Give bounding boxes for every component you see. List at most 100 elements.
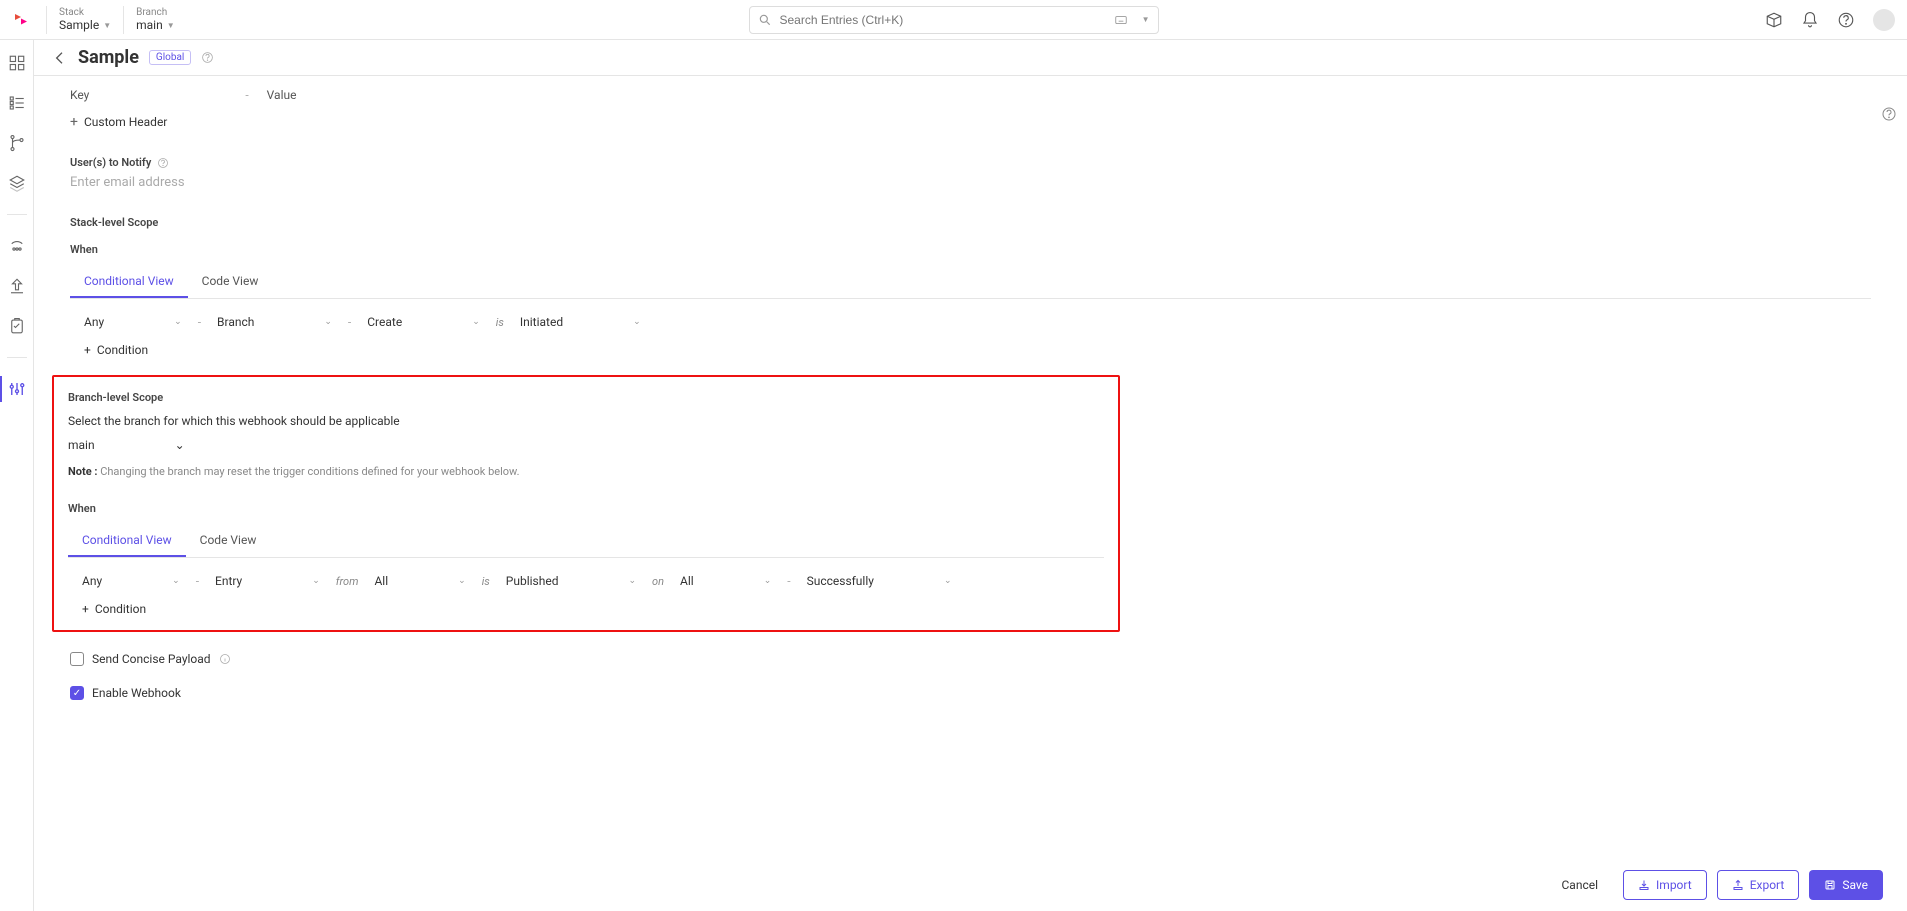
- left-rail: [0, 40, 34, 911]
- export-button[interactable]: Export: [1717, 870, 1800, 900]
- on-dropdown[interactable]: All⌄: [680, 574, 771, 588]
- save-button[interactable]: Save: [1809, 870, 1883, 900]
- users-to-notify-label: User(s) to Notify: [70, 156, 151, 169]
- import-button[interactable]: Import: [1623, 870, 1707, 900]
- chevron-down-icon: ⌄: [764, 576, 772, 586]
- help-icon[interactable]: [157, 157, 169, 169]
- custom-header-row: Key - Value: [70, 88, 1871, 102]
- page-header: Sample Global: [34, 40, 1907, 76]
- publish-icon[interactable]: [8, 277, 26, 295]
- tasks-icon[interactable]: [8, 317, 26, 335]
- any-dropdown[interactable]: Any⌄: [84, 315, 182, 329]
- from-dropdown[interactable]: All⌄: [374, 574, 465, 588]
- enable-webhook-checkbox[interactable]: ✓: [70, 686, 84, 700]
- branch-dropdown[interactable]: main ⌄: [68, 438, 185, 452]
- cancel-button[interactable]: Cancel: [1547, 870, 1614, 900]
- info-icon[interactable]: [219, 653, 231, 665]
- plus-icon: +: [82, 602, 89, 616]
- settings-icon[interactable]: [8, 380, 26, 398]
- plus-icon: +: [70, 114, 78, 130]
- any-dropdown[interactable]: Any⌄: [82, 574, 180, 588]
- page-title: Sample: [78, 47, 139, 68]
- help-icon[interactable]: [1837, 11, 1855, 29]
- save-icon: [1824, 879, 1836, 891]
- network-icon[interactable]: [8, 237, 26, 255]
- stack-condition-row: Any⌄ - Branch⌄ - Create⌄ is Initiated⌄: [70, 315, 1871, 329]
- floating-help-icon[interactable]: [1881, 106, 1897, 122]
- content-area: Key - Value + Custom Header User(s) to N…: [34, 76, 1907, 911]
- export-icon: [1732, 879, 1744, 891]
- avatar[interactable]: [1873, 9, 1895, 31]
- branch-value: main: [136, 18, 163, 32]
- value-label: Value: [267, 88, 297, 102]
- stack-selector[interactable]: Stack Sample▼: [46, 6, 123, 34]
- branch-condition-row: Any⌄ - Entry⌄ from All⌄ is Published⌄ on…: [68, 574, 1104, 588]
- email-input-placeholder[interactable]: Enter email address: [70, 175, 1871, 190]
- subject-dropdown[interactable]: Entry⌄: [215, 574, 320, 588]
- topbar: Stack Sample▼ Branch main ▼ ▼: [0, 0, 1907, 40]
- brand-logo[interactable]: [12, 11, 30, 29]
- chevron-down-icon: ⌄: [312, 576, 320, 586]
- list-icon[interactable]: [8, 94, 26, 112]
- is-label: is: [482, 575, 490, 588]
- key-label: Key: [70, 88, 89, 102]
- branch-scope-title: Branch-level Scope: [68, 391, 1104, 404]
- enable-webhook-label: Enable Webhook: [92, 686, 181, 700]
- plus-icon: +: [84, 343, 91, 357]
- status-dropdown[interactable]: Published⌄: [506, 574, 636, 588]
- enable-webhook-row: ✓ Enable Webhook: [70, 686, 1871, 700]
- bell-icon[interactable]: [1801, 11, 1819, 29]
- tab-conditional-view[interactable]: Conditional View: [70, 266, 188, 298]
- chevron-down-icon: ⌄: [629, 576, 637, 586]
- back-arrow-icon[interactable]: [52, 50, 68, 66]
- status-dropdown[interactable]: Initiated⌄: [520, 315, 641, 329]
- concise-payload-label: Send Concise Payload: [92, 652, 211, 666]
- branch-scope-highlight: Branch-level Scope Select the branch for…: [52, 375, 1120, 632]
- search-input[interactable]: [780, 13, 1106, 27]
- result-dropdown[interactable]: Successfully⌄: [807, 574, 952, 588]
- stack-scope-title: Stack-level Scope: [70, 216, 1871, 229]
- action-dropdown[interactable]: Create⌄: [367, 315, 480, 329]
- chevron-down-icon: ⌄: [458, 576, 466, 586]
- note-prefix: Note :: [68, 465, 97, 478]
- concise-payload-row: Send Concise Payload: [70, 652, 1871, 666]
- branch-scope-tabs: Conditional View Code View: [68, 525, 1104, 558]
- chevron-down-icon: ⌄: [175, 438, 185, 452]
- search-icon: [758, 13, 772, 27]
- branch-label: Branch: [136, 7, 175, 18]
- footer-bar: Cancel Import Export Save: [34, 859, 1907, 911]
- box-icon[interactable]: [1765, 11, 1783, 29]
- info-icon[interactable]: [201, 51, 214, 64]
- chevron-down-icon: ▼: [167, 21, 175, 30]
- subject-dropdown[interactable]: Branch⌄: [217, 315, 332, 329]
- note-text: Changing the branch may reset the trigge…: [100, 465, 519, 478]
- add-custom-header-label: Custom Header: [84, 115, 167, 129]
- dashboard-icon[interactable]: [8, 54, 26, 72]
- from-label: from: [336, 575, 359, 588]
- add-custom-header-button[interactable]: + Custom Header: [70, 114, 1871, 130]
- chevron-down-icon: ⌄: [944, 576, 952, 586]
- when-label: When: [68, 502, 1104, 515]
- separator: -: [245, 88, 248, 102]
- stack-label: Stack: [59, 7, 111, 18]
- branch-scope-desc: Select the branch for which this webhook…: [68, 414, 1104, 428]
- import-icon: [1638, 879, 1650, 891]
- branch-selector[interactable]: Branch main ▼: [123, 6, 187, 34]
- on-label: on: [652, 575, 664, 588]
- chevron-down-icon: ⌄: [174, 317, 182, 327]
- search-box[interactable]: ▼: [749, 6, 1159, 34]
- is-label: is: [496, 316, 504, 329]
- layers-icon[interactable]: [8, 174, 26, 192]
- tab-conditional-view[interactable]: Conditional View: [68, 525, 186, 557]
- concise-payload-checkbox[interactable]: [70, 652, 84, 666]
- global-badge: Global: [149, 50, 191, 65]
- add-condition-button[interactable]: + Condition: [70, 343, 1871, 357]
- tab-code-view[interactable]: Code View: [186, 525, 271, 557]
- when-label: When: [70, 243, 1871, 256]
- tab-code-view[interactable]: Code View: [188, 266, 273, 298]
- chevron-down-icon: ▼: [103, 21, 111, 30]
- chevron-down-icon: ⌄: [633, 317, 641, 327]
- branch-icon[interactable]: [8, 134, 26, 152]
- chevron-down-icon[interactable]: ▼: [1142, 15, 1150, 24]
- add-condition-button[interactable]: + Condition: [68, 602, 1104, 616]
